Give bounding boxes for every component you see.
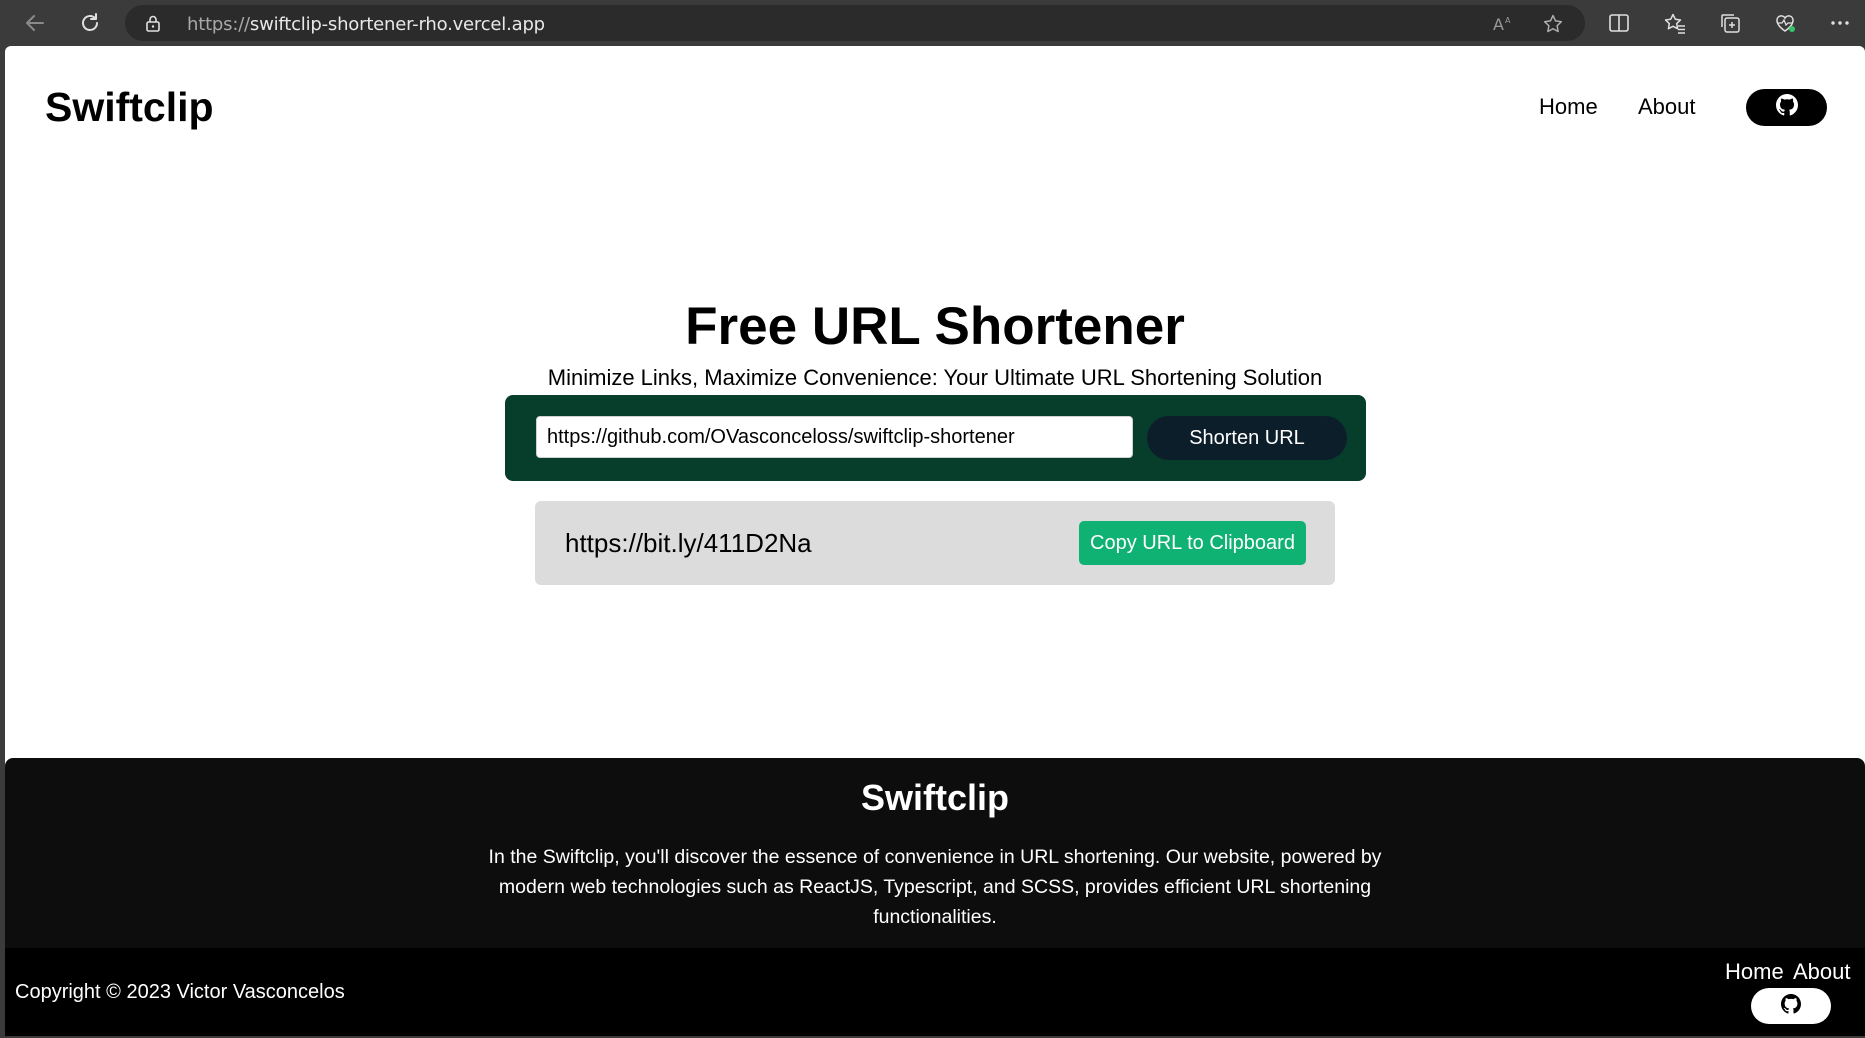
footer-github-button[interactable] — [1751, 988, 1831, 1024]
result-panel: https://bit.ly/411D2Na Copy URL to Clipb… — [535, 501, 1335, 585]
shortener-form: Shorten URL — [505, 395, 1366, 481]
github-button[interactable] — [1746, 89, 1827, 126]
github-icon — [1781, 993, 1801, 1019]
read-aloud-icon[interactable]: AA — [1492, 13, 1514, 35]
copy-url-button[interactable]: Copy URL to Clipboard — [1079, 521, 1306, 565]
shorten-url-button[interactable]: Shorten URL — [1147, 416, 1347, 460]
favorite-star-icon[interactable] — [1542, 13, 1564, 35]
site-header: Swiftclip Home About — [5, 46, 1865, 168]
short-url-text: https://bit.ly/411D2Na — [565, 528, 812, 558]
browser-essentials-icon[interactable] — [1772, 10, 1798, 36]
collections-icon[interactable] — [1717, 10, 1743, 36]
refresh-icon[interactable] — [75, 8, 105, 38]
back-arrow-icon[interactable] — [20, 8, 50, 38]
browser-toolbar: https://swiftclip-shortener-rho.vercel.a… — [0, 0, 1865, 46]
footer-about-link[interactable]: About — [1793, 959, 1851, 985]
lock-icon[interactable] — [145, 14, 161, 37]
site-logo[interactable]: Swiftclip — [45, 84, 214, 131]
address-bar[interactable]: https://swiftclip-shortener-rho.vercel.a… — [125, 5, 1585, 41]
more-options-icon[interactable] — [1827, 10, 1853, 36]
github-icon — [1775, 94, 1798, 121]
footer-description: In the Swiftclip, you'll discover the es… — [488, 846, 1382, 928]
address-url: https://swiftclip-shortener-rho.vercel.a… — [187, 14, 545, 35]
footer-bar: Copyright © 2023 Victor Vasconcelos Home… — [5, 948, 1865, 1036]
copyright-text: Copyright © 2023 Victor Vasconcelos — [15, 981, 345, 1003]
favorites-icon[interactable] — [1662, 10, 1688, 36]
footer-home-link[interactable]: Home — [1725, 959, 1784, 985]
footer-title: Swiftclip — [860, 777, 1009, 818]
page-viewport: Swiftclip Home About Free URL Shortener … — [5, 46, 1865, 1036]
footer-about-section: Swiftclip In the Swiftclip, you'll disco… — [5, 758, 1865, 948]
nav-home-link[interactable]: Home — [1539, 94, 1598, 120]
svg-text:A: A — [1493, 15, 1504, 34]
nav-about-link[interactable]: About — [1638, 94, 1696, 120]
hero-subtitle: Minimize Links, Maximize Convenience: Yo… — [547, 365, 1323, 390]
split-screen-icon[interactable] — [1606, 10, 1632, 36]
svg-text:A: A — [1505, 16, 1511, 25]
hero-title: Free URL Shortener — [685, 297, 1185, 356]
url-input[interactable] — [536, 416, 1133, 458]
